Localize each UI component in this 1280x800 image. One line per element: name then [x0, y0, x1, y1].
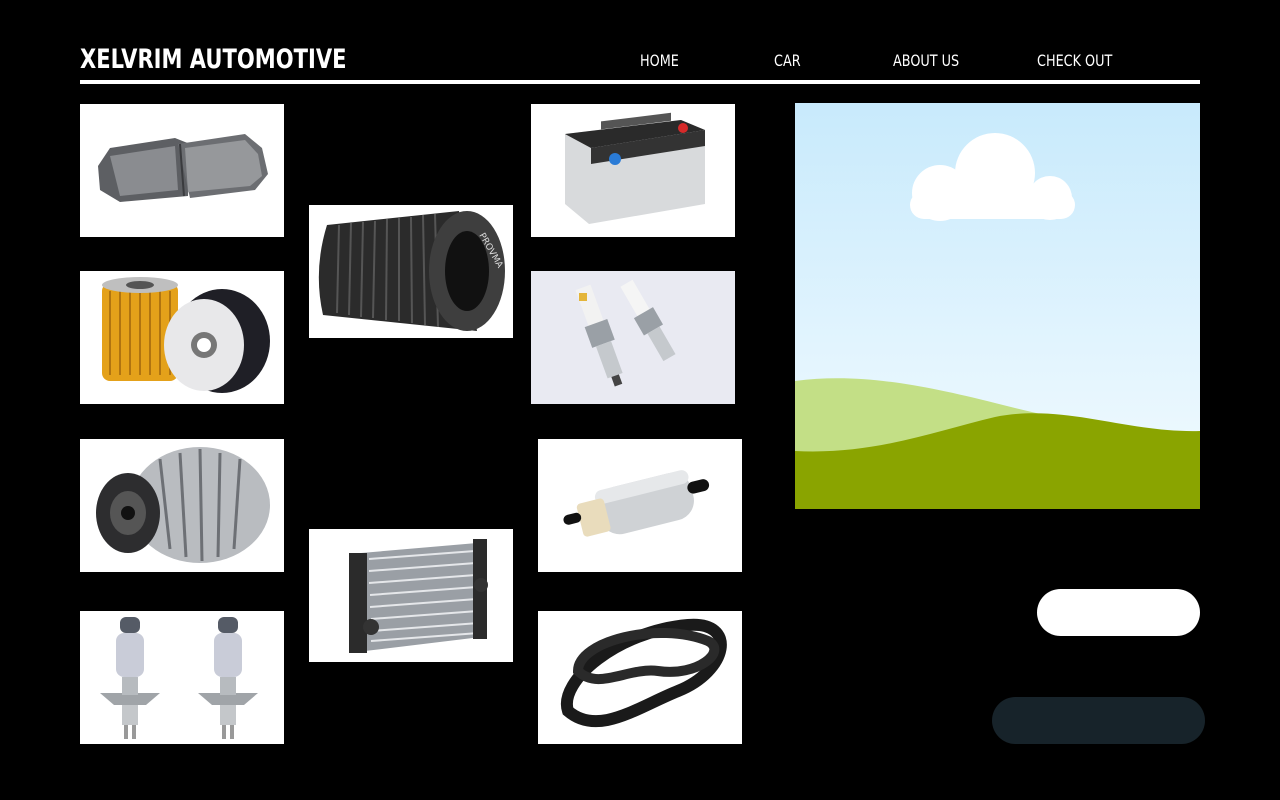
nav-car[interactable]: CAR — [774, 51, 801, 70]
product-air-filter[interactable]: PROVMA — [309, 205, 513, 338]
nav-home[interactable]: HOME — [640, 51, 679, 70]
product-spark-plugs[interactable] — [531, 271, 735, 404]
product-brake-pads[interactable] — [80, 104, 284, 237]
hero-image — [795, 103, 1200, 509]
secondary-action-button[interactable] — [992, 697, 1205, 744]
nav-about-us[interactable]: ABOUT US — [893, 51, 959, 70]
car-battery-image — [531, 104, 735, 237]
oil-filters-image — [80, 271, 284, 404]
product-car-battery[interactable] — [531, 104, 735, 237]
brand-logo[interactable]: XELVRIM AUTOMOTIVE — [80, 44, 347, 75]
product-radiator[interactable] — [309, 529, 513, 662]
product-headlight-bulbs[interactable] — [80, 611, 284, 744]
product-timing-belt[interactable] — [538, 611, 742, 744]
primary-action-button[interactable] — [1037, 589, 1200, 636]
product-oil-filters[interactable] — [80, 271, 284, 404]
header-divider — [80, 80, 1200, 84]
brake-pads-image — [80, 104, 284, 237]
product-fuel-pump[interactable] — [538, 439, 742, 572]
timing-belt-image — [538, 611, 742, 744]
product-alternator[interactable] — [80, 439, 284, 572]
radiator-image — [309, 529, 513, 662]
fuel-pump-image — [538, 439, 742, 572]
headlight-bulbs-image — [80, 611, 284, 744]
nav-check-out[interactable]: CHECK OUT — [1037, 51, 1112, 70]
spark-plugs-image — [531, 271, 735, 404]
alternator-image — [80, 439, 284, 572]
landscape-image — [795, 103, 1200, 509]
air-filter-image: PROVMA — [309, 205, 513, 338]
